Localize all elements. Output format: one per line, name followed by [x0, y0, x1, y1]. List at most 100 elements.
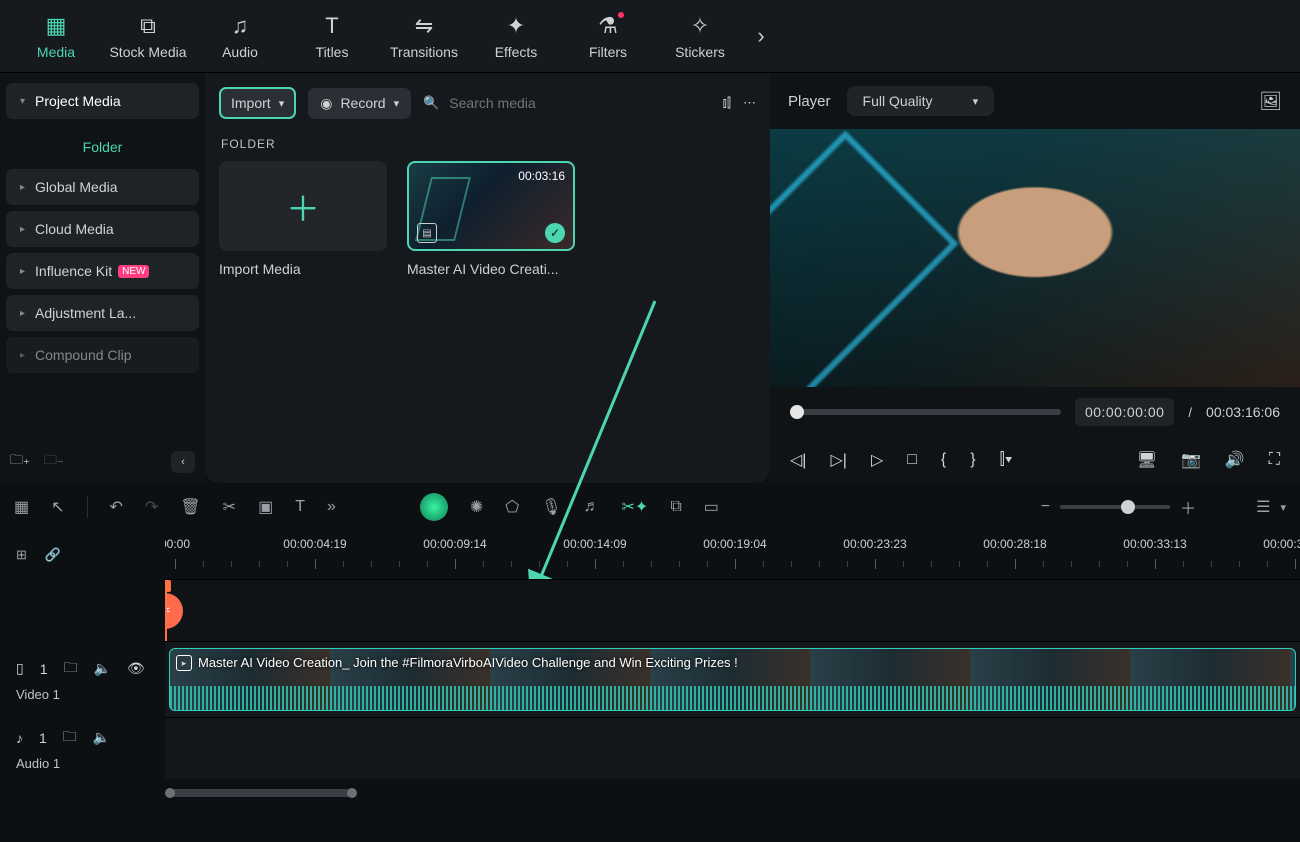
- zoom-knob[interactable]: [1121, 500, 1135, 514]
- display-icon[interactable]: 🖥: [1137, 450, 1157, 470]
- card-caption: Import Media: [219, 261, 387, 277]
- search-input[interactable]: [449, 95, 599, 111]
- tab-stock-media[interactable]: ⧉ Stock Media: [102, 0, 194, 73]
- zoom-slider[interactable]: [1060, 505, 1170, 509]
- visibility-icon[interactable]: 👁: [127, 660, 145, 677]
- chevron-right-icon: ▸: [20, 182, 25, 193]
- mark-in-icon[interactable]: {: [941, 451, 946, 469]
- audio-track[interactable]: [165, 717, 1300, 779]
- video-track-head[interactable]: ▯ 1 🗀 🔈 👁 Video 1: [0, 641, 165, 717]
- video-track[interactable]: ▸ Master AI Video Creation_ Join the #Fi…: [165, 641, 1300, 717]
- scrub-knob[interactable]: [790, 405, 804, 419]
- sidebar-item-adjustment-layer[interactable]: ▸ Adjustment La...: [6, 295, 199, 331]
- music-note-icon: ♫: [232, 12, 249, 40]
- play-icon[interactable]: ▷: [871, 450, 883, 470]
- add-track-icon[interactable]: ⊞: [16, 547, 27, 563]
- view-options-icon[interactable]: ▾: [1280, 501, 1286, 514]
- prev-frame-icon[interactable]: ◁|: [790, 450, 806, 470]
- player-panel: Player Full Quality ▾ 🖼 00:00:00:00 / 00…: [770, 73, 1300, 483]
- undo-icon[interactable]: ↶: [110, 497, 123, 517]
- video-preview[interactable]: [770, 129, 1300, 387]
- video-clip[interactable]: ▸ Master AI Video Creation_ Join the #Fi…: [169, 648, 1296, 711]
- timeline-toolbar: ▦ ↖ ↶ ↷ 🗑 ✂ ▣ T » ✺ ⬠ 🎙 ♬ ✂✦ ⧉ ▭ − ＋ ☰ ▾: [0, 483, 1300, 531]
- volume-icon[interactable]: 🔊: [1225, 450, 1245, 470]
- playhead[interactable]: [165, 580, 167, 641]
- layout-icon[interactable]: ▦: [14, 497, 29, 517]
- tab-audio[interactable]: ♫ Audio: [194, 0, 286, 73]
- tab-effects[interactable]: ✦ Effects: [470, 0, 562, 73]
- time-ruler[interactable]: 00:0000:00:04:1900:00:09:1400:00:14:0900…: [165, 531, 1300, 579]
- tab-label: Audio: [222, 44, 258, 60]
- mute-icon[interactable]: 🔈: [94, 660, 111, 677]
- folder-icon[interactable]: 🗀: [63, 726, 77, 750]
- enhance-icon[interactable]: ✺: [470, 497, 483, 517]
- media-icon: ▦: [46, 12, 67, 40]
- time-separator: /: [1188, 405, 1192, 420]
- zoom-in-icon[interactable]: ＋: [1180, 495, 1196, 519]
- sidebar-folder-label[interactable]: Folder: [6, 125, 199, 169]
- sidebar-item-project-media[interactable]: ▾ Project Media: [6, 83, 199, 119]
- folder-icon[interactable]: 🗀: [64, 657, 78, 681]
- timeline-scrollbar[interactable]: [0, 779, 1300, 793]
- link-icon[interactable]: 🔗: [45, 547, 61, 563]
- voice-icon[interactable]: 🎙: [541, 497, 561, 517]
- mute-icon[interactable]: 🔈: [93, 729, 110, 746]
- sidebar-item-influence-kit[interactable]: ▸ Influence Kit NEW: [6, 253, 199, 289]
- track-gap[interactable]: ✂: [165, 579, 1300, 641]
- crop-icon[interactable]: ▣: [258, 497, 273, 517]
- sticker-icon: ✧: [691, 12, 709, 40]
- separator: [87, 496, 88, 518]
- zoom-out-icon[interactable]: −: [1041, 498, 1050, 516]
- caption-icon[interactable]: ▭: [704, 497, 719, 517]
- video-thumbnail: 00:03:16 ▤ ✓: [407, 161, 575, 251]
- tab-titles[interactable]: T Titles: [286, 0, 378, 73]
- scrub-bar[interactable]: [790, 409, 1061, 415]
- ruler-label: 00:00:33:13: [1123, 537, 1186, 551]
- clip-title: Master AI Video Creation_ Join the #Film…: [198, 655, 738, 670]
- text-tool-icon[interactable]: T: [295, 498, 305, 516]
- tab-label: Media: [37, 44, 75, 60]
- more-icon[interactable]: ⋯: [743, 95, 756, 111]
- delete-icon[interactable]: 🗑: [180, 497, 200, 517]
- notification-dot: [618, 12, 624, 18]
- sidebar-item-global-media[interactable]: ▸ Global Media: [6, 169, 199, 205]
- import-media-card[interactable]: ＋ Import Media: [219, 161, 387, 277]
- filter-icon[interactable]: ⫾⫿: [723, 95, 731, 111]
- tab-stickers[interactable]: ✧ Stickers: [654, 0, 746, 73]
- tab-label: Titles: [316, 44, 349, 60]
- tab-transitions[interactable]: ⇋ Transitions: [378, 0, 470, 73]
- redo-icon[interactable]: ↷: [145, 497, 158, 517]
- remove-folder-icon[interactable]: 🗀₋: [44, 451, 64, 473]
- cut-icon[interactable]: ✂: [223, 497, 236, 517]
- tab-filters[interactable]: ⚗ Filters: [562, 0, 654, 73]
- media-clip-card[interactable]: 00:03:16 ▤ ✓ Master AI Video Creati...: [407, 161, 575, 277]
- sidebar-label: Adjustment La...: [35, 305, 136, 321]
- music-tool-icon[interactable]: ♬: [584, 498, 600, 516]
- pointer-icon[interactable]: ↖: [51, 497, 64, 517]
- auto-cut-icon[interactable]: ✂✦: [622, 497, 649, 517]
- cut-bubble-icon[interactable]: ✂: [165, 593, 183, 629]
- ai-assistant-icon[interactable]: [420, 493, 448, 521]
- collapse-sidebar-icon[interactable]: ‹: [171, 451, 195, 473]
- import-button[interactable]: Import ▾: [219, 87, 296, 119]
- list-view-icon[interactable]: ☰: [1256, 497, 1270, 517]
- snapshot-icon[interactable]: 🖼: [1259, 91, 1282, 112]
- sidebar-item-cloud-media[interactable]: ▸ Cloud Media: [6, 211, 199, 247]
- play-next-icon[interactable]: ▷|: [830, 450, 846, 470]
- stop-icon[interactable]: □: [907, 451, 917, 469]
- tab-media[interactable]: ▦ Media: [10, 0, 102, 73]
- record-screen-icon[interactable]: ⧉: [670, 498, 681, 516]
- sidebar-item-compound-clip[interactable]: ▸ Compound Clip: [6, 337, 199, 373]
- audio-track-head[interactable]: ♪ 1 🗀 🔈 Audio 1: [0, 717, 165, 779]
- mark-out-icon[interactable]: }: [970, 451, 975, 469]
- fullscreen-icon[interactable]: ⛶: [1269, 451, 1280, 469]
- tabs-scroll-right[interactable]: ›: [746, 23, 776, 49]
- more-tools-icon[interactable]: »: [327, 498, 336, 516]
- camera-icon[interactable]: 📷: [1181, 450, 1201, 470]
- marker-icon[interactable]: ⬠: [505, 497, 519, 517]
- scrollbar-thumb[interactable]: [167, 789, 355, 797]
- new-folder-icon[interactable]: 🗀₊: [10, 451, 30, 473]
- record-button[interactable]: ◉ Record ▾: [308, 88, 411, 119]
- ratio-icon[interactable]: ⫿▾: [1000, 451, 1013, 469]
- quality-select[interactable]: Full Quality ▾: [847, 86, 995, 116]
